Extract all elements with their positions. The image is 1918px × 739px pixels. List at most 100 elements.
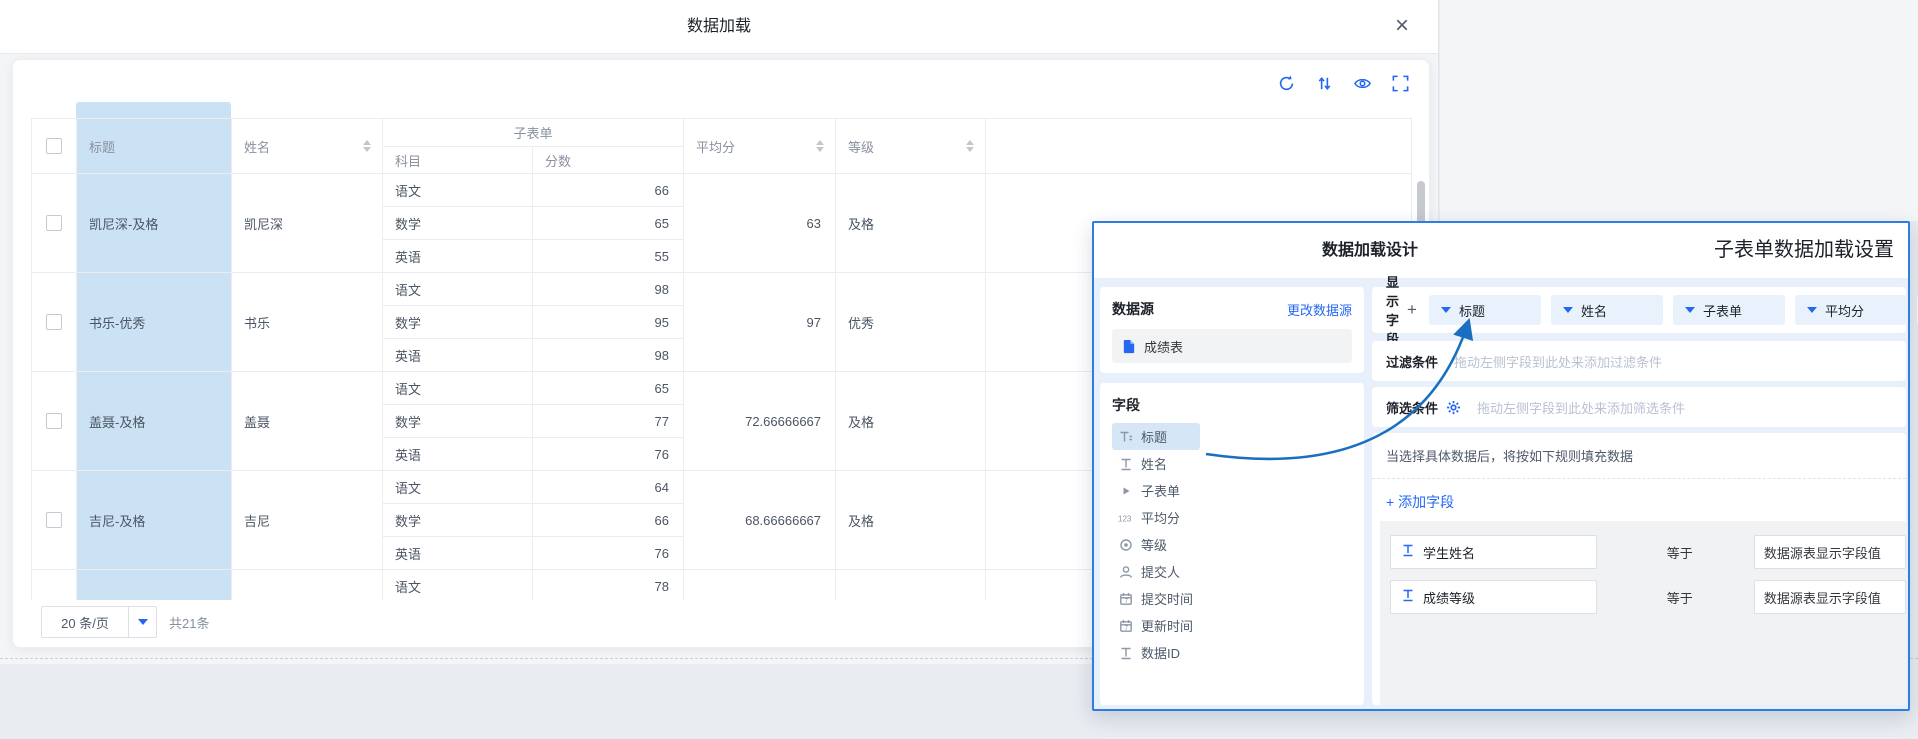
datasource-name: 成绩表 [1144, 337, 1183, 356]
field-item-更新时间[interactable]: 7 更新时间 [1112, 612, 1352, 639]
chevron-down-icon [1685, 307, 1695, 313]
sort-icon[interactable] [362, 138, 372, 154]
cell-average: 63 [684, 174, 836, 273]
mapping-operator: 等于 [1667, 588, 1696, 607]
sort-icon[interactable] [1313, 72, 1335, 94]
svg-text:123: 123 [1118, 514, 1132, 523]
document-icon [1122, 339, 1136, 354]
total-count: 共21条 [169, 613, 209, 632]
cell-subject: 语文 [383, 570, 533, 601]
sift-condition-dropzone[interactable]: 筛选条件 拖动左侧字段到此处来添加筛选条件 [1372, 387, 1906, 427]
sift-placeholder: 拖动左侧字段到此处来添加筛选条件 [1477, 398, 1685, 417]
chevron-down-icon [1441, 307, 1451, 313]
cell-grade: 优秀 [836, 273, 986, 372]
tag-label: 子表单 [1703, 301, 1742, 320]
subform-settings-title: 子表单数据加载设置 [1714, 223, 1894, 277]
cell-subject: 英语 [383, 537, 533, 570]
fields-label: 字段 [1112, 397, 1140, 413]
cell-score: 66 [533, 504, 684, 537]
header-average[interactable]: 平均分 [684, 119, 836, 174]
fields-card: 字段 标题姓名子表单123平均分等级提交人7提交时间7更新时间数据ID [1100, 383, 1364, 705]
add-field-button[interactable]: + 添加字段 [1372, 479, 1906, 525]
subform-field-icon [1118, 483, 1134, 499]
display-field-tags: 标题姓名子表单平均分等级 [1429, 295, 1918, 325]
cell-title: 盖聂-及格 [77, 372, 232, 471]
refresh-icon[interactable] [1275, 72, 1297, 94]
panel-header: 数据加载设计 子表单数据加载设置 [1094, 223, 1908, 279]
field-item-数据ID[interactable]: 数据ID [1112, 639, 1352, 666]
cell-subject: 英语 [383, 240, 533, 273]
tag-label: 平均分 [1825, 301, 1864, 320]
eye-icon[interactable] [1351, 72, 1373, 94]
mapping-panel: 学生姓名等于数据源表显示字段值成绩等级 等于 数据源表显示字段值 [1380, 521, 1906, 705]
display-field-tag-标题[interactable]: 标题 [1429, 295, 1541, 325]
mapping-field-input[interactable]: 成绩等级 [1390, 580, 1597, 614]
filter-placeholder: 拖动左侧字段到此处来添加过滤条件 [1454, 352, 1662, 371]
header-grade[interactable]: 等级 [836, 119, 986, 174]
row-checkbox[interactable] [46, 314, 62, 330]
select-all-checkbox[interactable] [46, 138, 62, 154]
sort-icon[interactable] [965, 138, 975, 154]
fill-rule-card: 当选择具体数据后，将按如下规则填充数据 + 添加字段 学生姓名等于数据源表显示字… [1372, 433, 1906, 705]
header-checkbox-cell [32, 119, 77, 174]
cell-subject: 数学 [383, 207, 533, 240]
dialog-title: 数据加载 [687, 18, 751, 35]
field-item-label: 数据ID [1141, 643, 1180, 662]
header-name[interactable]: 姓名 [232, 119, 383, 174]
mapping-row: 学生姓名等于数据源表显示字段值 [1390, 535, 1906, 569]
field-item-label: 等级 [1141, 535, 1167, 554]
gear-icon[interactable] [1446, 400, 1461, 415]
close-icon[interactable]: × [1388, 13, 1416, 41]
mapping-value-select[interactable]: 数据源表显示字段值 [1754, 580, 1906, 614]
cell-name: 吉尼 [232, 471, 383, 570]
mapping-field-input[interactable]: 学生姓名 [1390, 535, 1597, 569]
fullscreen-icon[interactable] [1389, 72, 1411, 94]
header-title[interactable]: 标题 [77, 119, 232, 174]
datasource-item[interactable]: 成绩表 [1112, 329, 1352, 363]
change-datasource-link[interactable]: 更改数据源 [1287, 300, 1352, 319]
page-size-select[interactable]: 20 条/页 [41, 606, 129, 638]
field-item-子表单[interactable]: 子表单 [1112, 477, 1352, 504]
filter-condition-dropzone[interactable]: 过滤条件 拖动左侧字段到此处来添加过滤条件 [1372, 341, 1906, 381]
page-background [1440, 0, 1918, 221]
field-item-提交时间[interactable]: 7提交时间 [1112, 585, 1352, 612]
chevron-down-icon [1563, 307, 1573, 313]
page-size-dropdown-icon[interactable] [129, 606, 157, 638]
date-field-icon: 7 [1118, 618, 1134, 634]
display-field-tag-姓名[interactable]: 姓名 [1551, 295, 1663, 325]
tag-label: 标题 [1459, 301, 1485, 320]
row-checkbox[interactable] [46, 512, 62, 528]
cell-score: 78 [533, 570, 684, 601]
mapping-field-name: 学生姓名 [1423, 543, 1475, 562]
cell-subject: 数学 [383, 306, 533, 339]
row-checkbox[interactable] [46, 215, 62, 231]
cell-grade: 及格 [836, 174, 986, 273]
row-checkbox[interactable] [46, 413, 62, 429]
field-item-姓名[interactable]: 姓名 [1112, 450, 1352, 477]
display-field-tag-子表单[interactable]: 子表单 [1673, 295, 1785, 325]
add-display-field-button[interactable]: + [1407, 300, 1417, 320]
cell-score: 98 [533, 273, 684, 306]
text-field-icon [1402, 544, 1414, 560]
radio-field-icon [1118, 537, 1134, 553]
field-item-提交人[interactable]: 提交人 [1112, 558, 1352, 585]
field-item-label: 提交人 [1141, 562, 1180, 581]
cell-average: 97 [684, 273, 836, 372]
cell-title: 书乐-优秀 [77, 273, 232, 372]
field-item-平均分[interactable]: 123平均分 [1112, 504, 1352, 531]
mapping-value-select[interactable]: 数据源表显示字段值 [1754, 535, 1906, 569]
cell-title: 凯尼深-及格 [77, 174, 232, 273]
date-field-icon: 7 [1118, 591, 1134, 607]
cell-grade: 及格 [836, 372, 986, 471]
row-checkbox-cell [32, 471, 77, 570]
text-field-icon [1118, 645, 1134, 661]
cell-average: 68.66666667 [684, 471, 836, 570]
cell-name: 凯尼深 [232, 174, 383, 273]
field-item-等级[interactable]: 等级 [1112, 531, 1352, 558]
field-item-label: 更新时间 [1141, 616, 1193, 635]
data-load-design-panel: 数据加载设计 子表单数据加载设置 数据源 更改数据源 成绩表 字段 标题姓名子表… [1092, 221, 1910, 711]
sort-icon[interactable] [815, 138, 825, 154]
cell-subject: 英语 [383, 438, 533, 471]
field-item-标题[interactable]: 标题 [1112, 423, 1200, 450]
display-field-tag-平均分[interactable]: 平均分 [1795, 295, 1907, 325]
